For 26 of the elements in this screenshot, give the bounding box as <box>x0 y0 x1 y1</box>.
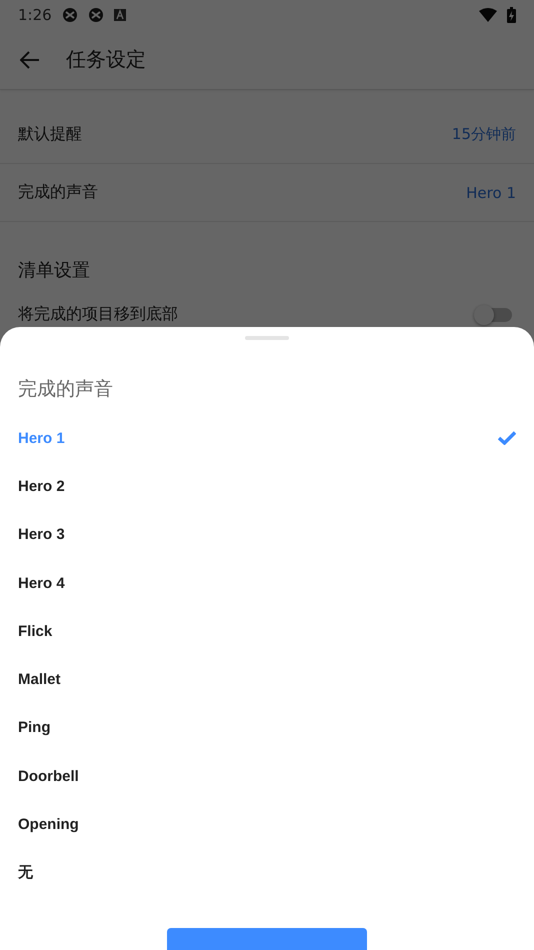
setting-value: 15分钟前 <box>452 125 516 144</box>
app-notification-icon <box>88 7 104 23</box>
page-title: 任务设定 <box>66 46 146 73</box>
app-notification-icon <box>62 7 78 23</box>
sound-option[interactable]: 无 <box>0 848 534 897</box>
wifi-icon <box>479 8 497 22</box>
sheet-title: 完成的声音 <box>17 377 114 402</box>
checkmark-icon <box>498 431 516 446</box>
sound-option[interactable]: Hero 4 <box>0 558 534 608</box>
setting-label: 将完成的项目移到底部 <box>18 304 178 325</box>
section-title: 清单设置 <box>17 259 91 282</box>
keyboard-notification-icon <box>114 9 126 21</box>
status-time: 1:26 <box>18 6 52 24</box>
sound-option[interactable]: Mallet <box>0 655 534 704</box>
sound-option[interactable]: Hero 3 <box>0 510 534 559</box>
sound-option[interactable]: Hero 2 <box>0 462 534 511</box>
sound-option[interactable]: Ping <box>0 704 534 752</box>
setting-value: Hero 1 <box>466 184 516 202</box>
setting-label: 完成的声音 <box>18 182 98 203</box>
sound-option[interactable]: Opening <box>0 800 534 849</box>
battery-icon <box>507 7 516 23</box>
back-arrow-icon[interactable] <box>20 50 40 68</box>
setting-label: 默认提醒 <box>18 124 82 145</box>
sound-option[interactable]: Flick <box>0 607 534 656</box>
sound-option[interactable]: Doorbell <box>0 752 534 800</box>
toggle-switch[interactable] <box>476 308 512 322</box>
